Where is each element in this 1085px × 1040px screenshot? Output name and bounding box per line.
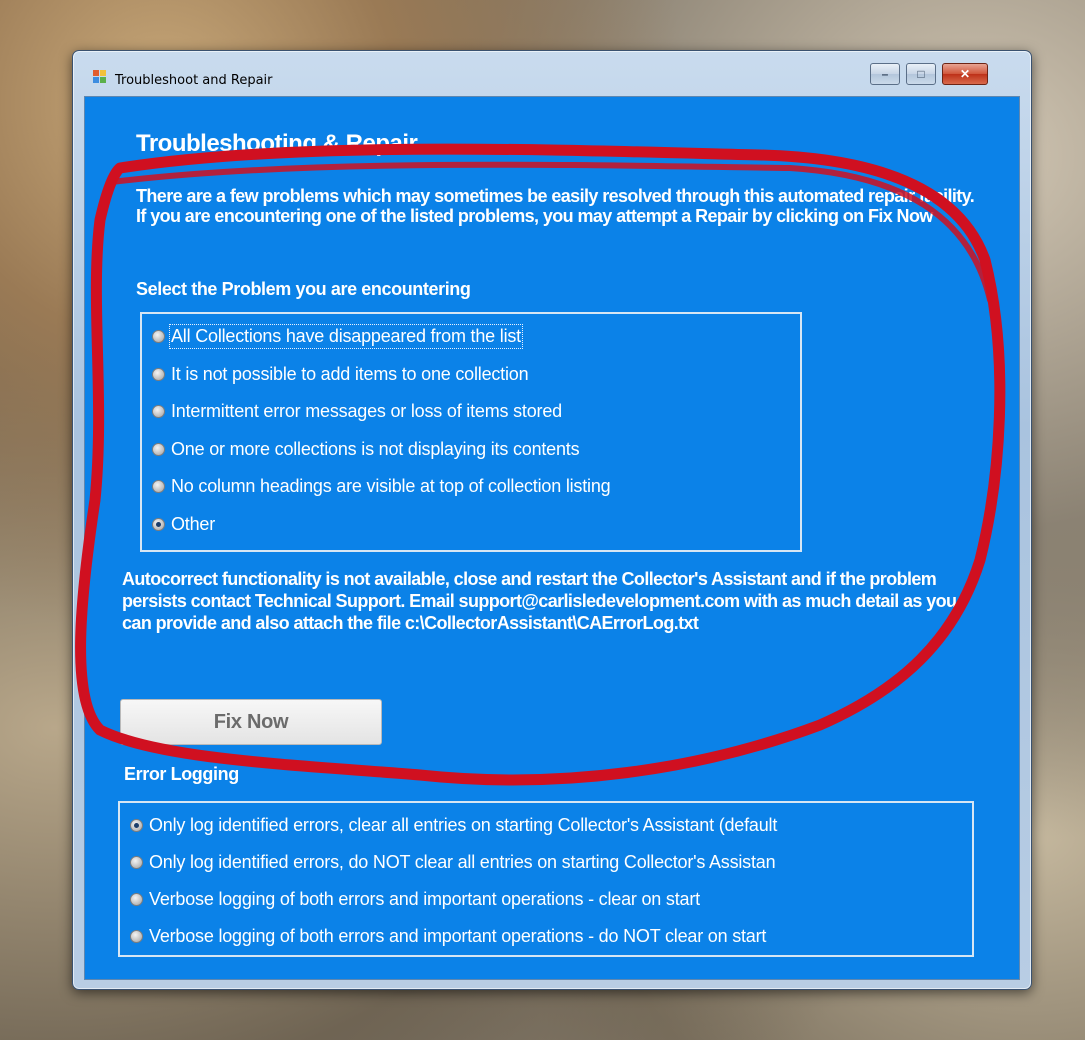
radio-icon[interactable] xyxy=(152,405,165,418)
problem-option-2[interactable]: It is not possible to add items to one c… xyxy=(152,364,529,385)
maximize-icon: □ xyxy=(917,67,925,81)
problem-section-label: Select the Problem you are encountering xyxy=(136,279,471,299)
radio-checked-icon[interactable] xyxy=(130,819,143,832)
problem-option-label: It is not possible to add items to one c… xyxy=(171,364,529,384)
problem-option-3[interactable]: Intermittent error messages or loss of i… xyxy=(152,401,562,422)
fix-now-button[interactable]: Fix Now xyxy=(120,699,382,745)
problem-option-label: Intermittent error messages or loss of i… xyxy=(171,401,562,421)
problem-option-4[interactable]: One or more collections is not displayin… xyxy=(152,439,580,460)
radio-icon[interactable] xyxy=(130,893,143,906)
window-title: Troubleshoot and Repair xyxy=(115,73,273,88)
radio-checked-icon[interactable] xyxy=(152,518,165,531)
problem-option-label: Other xyxy=(171,514,216,534)
logging-option-label: Verbose logging of both errors and impor… xyxy=(149,926,767,946)
error-logging-label: Error Logging xyxy=(124,764,239,784)
app-icon xyxy=(93,70,107,84)
logging-groupbox: Only log identified errors, clear all en… xyxy=(118,801,974,957)
minimize-button[interactable]: – xyxy=(870,63,900,85)
radio-icon[interactable] xyxy=(152,368,165,381)
problem-option-label: All Collections have disappeared from th… xyxy=(169,324,523,349)
title-bar[interactable]: Troubleshoot and Repair – □ ✕ xyxy=(73,51,1031,95)
radio-icon[interactable] xyxy=(130,856,143,869)
close-icon: ✕ xyxy=(959,67,971,81)
problem-option-1[interactable]: All Collections have disappeared from th… xyxy=(152,324,523,349)
intro-text: There are a few problems which may somet… xyxy=(136,186,975,226)
logging-option-1[interactable]: Only log identified errors, clear all en… xyxy=(130,815,777,836)
problem-option-label: One or more collections is not displayin… xyxy=(171,439,580,459)
radio-icon[interactable] xyxy=(152,443,165,456)
radio-icon[interactable] xyxy=(152,480,165,493)
logging-option-3[interactable]: Verbose logging of both errors and impor… xyxy=(130,889,700,910)
logging-option-label: Verbose logging of both errors and impor… xyxy=(149,889,700,909)
radio-icon[interactable] xyxy=(130,930,143,943)
close-button[interactable]: ✕ xyxy=(942,63,988,85)
logging-option-label: Only log identified errors, clear all en… xyxy=(149,815,778,835)
radio-icon[interactable] xyxy=(152,330,165,343)
maximize-button[interactable]: □ xyxy=(906,63,936,85)
status-message: Autocorrect functionality is not availab… xyxy=(122,569,957,633)
minimize-icon: – xyxy=(881,67,889,81)
logging-option-2[interactable]: Only log identified errors, do NOT clear… xyxy=(130,852,776,873)
logging-option-label: Only log identified errors, do NOT clear… xyxy=(149,852,776,872)
problem-option-6[interactable]: Other xyxy=(152,514,215,535)
problem-option-label: No column headings are visible at top of… xyxy=(171,476,611,496)
logging-option-4[interactable]: Verbose logging of both errors and impor… xyxy=(130,926,766,947)
page-title: Troubleshooting & Repair xyxy=(136,130,418,157)
problem-groupbox: All Collections have disappeared from th… xyxy=(140,312,802,552)
problem-option-5[interactable]: No column headings are visible at top of… xyxy=(152,476,611,497)
